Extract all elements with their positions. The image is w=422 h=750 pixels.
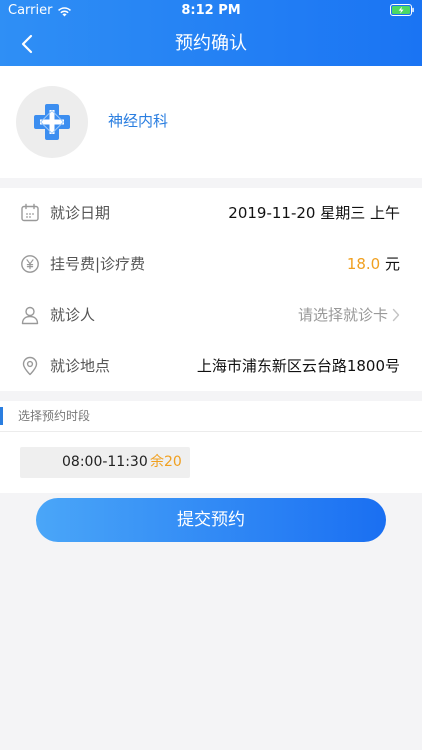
location-label: 就诊地点 — [50, 357, 111, 375]
fee-unit: 元 — [380, 255, 400, 273]
location-pin-icon — [22, 356, 38, 376]
submit-appointment-button[interactable]: 提交预约 — [36, 498, 386, 542]
department-avatar — [16, 86, 88, 158]
fee-label: 挂号费|诊疗费 — [50, 255, 146, 273]
yen-icon — [21, 255, 39, 273]
status-bar: Carrier 8:12 PM — [0, 0, 422, 22]
department-card: 神经内科 — [0, 66, 422, 178]
patient-label: 就诊人 — [50, 306, 96, 324]
appointment-info: 就诊日期 2019-11-20 星期三 上午 挂号费|诊疗费 18.0 元 就诊… — [0, 188, 422, 391]
status-time: 8:12 PM — [181, 3, 241, 18]
calendar-icon — [21, 203, 39, 222]
fee-row: 挂号费|诊疗费 18.0 元 — [0, 239, 422, 289]
medical-cross-icon — [34, 104, 70, 140]
department-name: 神经内科 — [108, 112, 169, 130]
section-accent-bar — [0, 407, 3, 425]
time-slot-header: 选择预约时段 — [0, 401, 422, 432]
user-icon — [21, 306, 39, 325]
patient-row[interactable]: 就诊人 请选择就诊卡 — [0, 290, 422, 340]
page-title: 预约确认 — [175, 33, 247, 54]
battery-icon — [390, 4, 414, 16]
date-row: 就诊日期 2019-11-20 星期三 上午 — [0, 188, 422, 238]
date-label: 就诊日期 — [50, 204, 111, 222]
patient-select[interactable]: 请选择就诊卡 — [298, 290, 400, 340]
patient-placeholder: 请选择就诊卡 — [297, 306, 388, 324]
date-value: 2019-11-20 星期三 上午 — [228, 204, 400, 222]
fee-value: 18.0 元 — [347, 239, 400, 289]
chevron-right-icon — [392, 308, 400, 322]
time-slot-title: 选择预约时段 — [18, 409, 91, 423]
fee-amount: 18.0 — [346, 255, 381, 273]
location-value: 上海市浦东新区云台路1800号 — [196, 357, 400, 375]
time-slot-time: 08:00-11:30 — [62, 454, 148, 470]
time-slot-section: 选择预约时段 08:00-11:30 余20 — [0, 401, 422, 493]
header: Carrier 8:12 PM 预约确认 — [0, 0, 422, 66]
time-slot-remaining: 余20 — [150, 454, 182, 470]
time-slot-option[interactable]: 08:00-11:30 余20 — [20, 447, 190, 478]
nav-bar: 预约确认 — [0, 22, 422, 66]
location-row: 就诊地点 上海市浦东新区云台路1800号 — [0, 341, 422, 391]
